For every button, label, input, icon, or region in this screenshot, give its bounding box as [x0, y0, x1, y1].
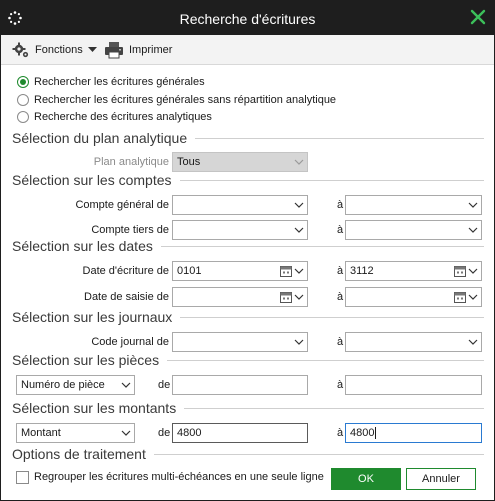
radio-indicator-selected[interactable]	[17, 76, 29, 88]
calendar-icon[interactable]	[280, 265, 292, 277]
chevron-down-icon[interactable]	[468, 201, 478, 209]
montant-to-value: 4800	[350, 427, 375, 439]
close-icon[interactable]	[468, 7, 488, 27]
section-heading: Sélection sur les journaux	[12, 309, 173, 325]
print-button[interactable]: Imprimer	[104, 41, 172, 59]
chevron-down-icon[interactable]	[294, 267, 304, 275]
functions-menu-button[interactable]: Fonctions	[12, 41, 102, 59]
code-journal-to-select[interactable]	[345, 332, 482, 352]
calendar-icon[interactable]	[454, 265, 466, 277]
radio-label: Recherche des écritures analytiques	[34, 111, 212, 123]
date-ecriture-to-field[interactable]: 3112	[345, 261, 482, 281]
piece-to-input[interactable]	[345, 375, 482, 395]
date-saisie-from-field[interactable]	[172, 287, 308, 307]
radio-label: Rechercher les écritures générales sans …	[34, 94, 337, 106]
dialog-window: Recherche d'écritures Fonctions Imprimer…	[0, 0, 495, 501]
section-pieces: Sélection sur les pièces	[12, 352, 484, 368]
chevron-down-icon[interactable]	[294, 338, 304, 346]
a-label: à	[337, 427, 344, 439]
caret-down-icon	[87, 47, 97, 52]
regroup-label: Regrouper les écritures multi-échéances …	[34, 471, 324, 483]
functions-label: Fonctions	[35, 44, 83, 56]
calendar-icon[interactable]	[280, 291, 292, 303]
chevron-down-icon[interactable]	[468, 338, 478, 346]
radio-generales-sans-analytique[interactable]: Rechercher les écritures générales sans …	[17, 93, 336, 107]
section-heading: Sélection sur les dates	[12, 238, 153, 254]
plan-analytique-value: Tous	[177, 156, 201, 168]
a-label: à	[337, 379, 344, 391]
a-label: à	[337, 336, 344, 348]
date-ecriture-from-field[interactable]: 0101	[172, 261, 308, 281]
compte-general-from-select[interactable]	[172, 195, 308, 215]
text-cursor	[375, 427, 377, 440]
compte-tiers-label: Compte tiers de	[91, 224, 169, 236]
chevron-down-icon[interactable]	[468, 293, 478, 301]
montant-from-input[interactable]: 4800	[172, 423, 308, 443]
compte-general-to-select[interactable]	[345, 195, 482, 215]
section-journaux: Sélection sur les journaux	[12, 309, 484, 325]
chevron-down-icon[interactable]	[121, 429, 131, 437]
a-label: à	[337, 265, 344, 277]
date-ecriture-from-value: 0101	[177, 265, 202, 277]
section-options: Options de traitement	[12, 446, 484, 462]
chevron-down-icon[interactable]	[121, 381, 131, 389]
chevron-down-icon	[294, 159, 304, 165]
chevron-down-icon[interactable]	[294, 293, 304, 301]
chevron-down-icon[interactable]	[468, 267, 478, 275]
date-ecriture-to-value: 3112	[350, 265, 374, 277]
date-saisie-to-field[interactable]	[345, 287, 482, 307]
section-heading: Sélection sur les comptes	[12, 172, 172, 188]
date-ecriture-label: Date d'écriture de	[82, 265, 169, 277]
chevron-down-icon[interactable]	[294, 201, 304, 209]
regroup-checkbox[interactable]	[16, 471, 29, 484]
a-label: à	[337, 224, 344, 236]
section-heading: Sélection sur les montants	[12, 400, 177, 416]
chevron-down-icon[interactable]	[294, 226, 304, 234]
section-montants: Sélection sur les montants	[12, 400, 484, 416]
plan-analytique-label: Plan analytique	[93, 156, 169, 168]
piece-type-value: Numéro de pièce	[21, 379, 105, 391]
a-label: à	[337, 199, 344, 211]
montant-from-value: 4800	[177, 427, 202, 439]
section-plan-analytique: Sélection du plan analytique	[12, 130, 484, 146]
chevron-down-icon[interactable]	[468, 226, 478, 234]
radio-ecritures-generales[interactable]: Rechercher les écritures générales	[17, 75, 205, 89]
cancel-button[interactable]: Annuler	[406, 468, 476, 490]
de-label: de	[158, 427, 171, 439]
radio-label: Rechercher les écritures générales	[34, 76, 205, 88]
a-label: à	[337, 291, 344, 303]
piece-type-select[interactable]: Numéro de pièce	[16, 375, 135, 395]
section-comptes: Sélection sur les comptes	[12, 172, 484, 188]
piece-from-input[interactable]	[172, 375, 308, 395]
section-heading: Sélection sur les pièces	[12, 352, 160, 368]
calendar-icon[interactable]	[454, 291, 466, 303]
montant-to-input[interactable]: 4800	[345, 423, 482, 443]
de-label: de	[158, 379, 171, 391]
code-journal-label: Code journal de	[91, 336, 169, 348]
plan-analytique-select: Tous	[172, 152, 308, 172]
section-heading: Sélection du plan analytique	[12, 130, 188, 146]
montant-type-select[interactable]: Montant	[16, 423, 135, 443]
radio-indicator[interactable]	[17, 111, 29, 123]
compte-general-label: Compte général de	[75, 199, 169, 211]
radio-ecritures-analytiques[interactable]: Recherche des écritures analytiques	[17, 110, 212, 124]
section-dates: Sélection sur les dates	[12, 238, 484, 254]
gear-icon	[12, 42, 29, 58]
compte-tiers-to-select[interactable]	[345, 220, 482, 240]
printer-icon	[105, 42, 123, 59]
print-label: Imprimer	[129, 44, 173, 56]
window-title: Recherche d'écritures	[179, 11, 316, 27]
toolbar: Fonctions Imprimer	[1, 35, 494, 65]
section-heading: Options de traitement	[12, 446, 146, 462]
code-journal-from-select[interactable]	[172, 332, 308, 352]
montant-type-value: Montant	[21, 427, 61, 439]
title-bar: Recherche d'écritures	[1, 1, 494, 35]
compte-tiers-from-select[interactable]	[172, 220, 308, 240]
radio-indicator[interactable]	[17, 94, 29, 106]
date-saisie-label: Date de saisie de	[84, 291, 169, 303]
ok-button[interactable]: OK	[331, 468, 401, 490]
